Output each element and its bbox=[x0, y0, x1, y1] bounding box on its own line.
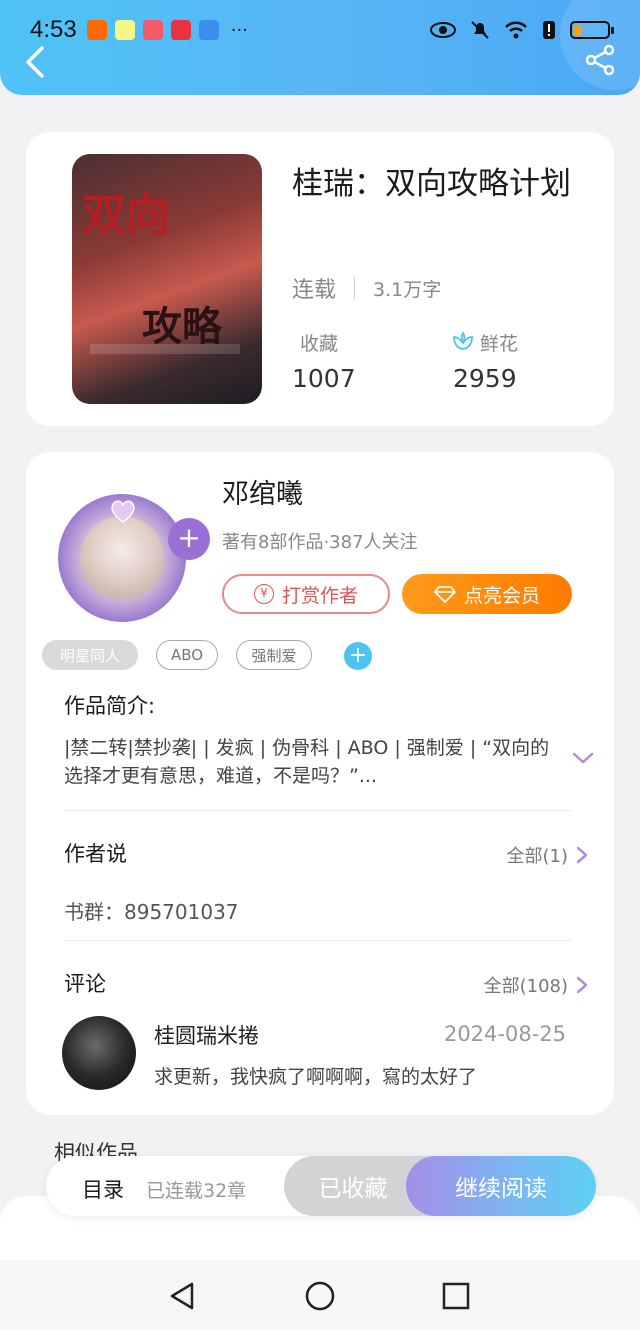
vip-member-label: 点亮会员 bbox=[463, 584, 540, 607]
word-count: 3.1万字 bbox=[373, 278, 442, 301]
yen-icon: ¥ bbox=[253, 584, 274, 604]
author-says-title: 作者说 bbox=[64, 842, 127, 866]
tip-author-button[interactable]: ¥ 打赏作者 bbox=[222, 574, 390, 614]
status-bar: 4:53 ··· bbox=[30, 12, 614, 48]
more-notifications-icon: ··· bbox=[230, 19, 248, 41]
nav-recents-icon[interactable] bbox=[440, 1280, 472, 1312]
continue-reading-button[interactable]: 继续阅读 bbox=[406, 1156, 596, 1216]
book-cover-image[interactable]: 双向 攻略 bbox=[72, 154, 262, 404]
cover-title-text-1: 双向 bbox=[82, 190, 170, 241]
flower-count: 2959 bbox=[453, 364, 517, 393]
flower-icon bbox=[453, 331, 473, 350]
cover-decoration bbox=[90, 344, 240, 354]
toc-status[interactable]: 已连载32章 bbox=[146, 1176, 246, 1203]
chat-app-icon bbox=[114, 20, 135, 40]
heart-icon bbox=[111, 500, 135, 523]
share-icon[interactable] bbox=[584, 44, 616, 76]
toc-button[interactable]: 目录 bbox=[82, 1174, 124, 1204]
collect-count: 1007 bbox=[292, 364, 356, 393]
bottom-action-bar: 目录 已连载32章 已收藏 继续阅读 bbox=[46, 1156, 596, 1216]
comments-see-all[interactable]: 全部(108) bbox=[484, 972, 588, 998]
author-stats: 著有8部作品·387人关注 bbox=[222, 532, 418, 553]
plus-app-icon bbox=[142, 20, 163, 40]
comment-date: 2024-08-25 bbox=[443, 1022, 566, 1046]
comment-text[interactable]: 求更新，我快疯了啊啊啊，寫的太好了 bbox=[154, 1062, 477, 1089]
section-divider bbox=[64, 940, 572, 941]
tip-author-label: 打赏作者 bbox=[281, 584, 358, 607]
nav-back-icon[interactable] bbox=[166, 1280, 198, 1312]
intro-text[interactable]: |禁二转|禁抄袭| | 发疯 | 伪骨科 | ABO | 强制爱 | “双向的选… bbox=[64, 734, 554, 790]
author-says-text: 书群：895701037 bbox=[64, 900, 239, 924]
vip-member-button[interactable]: 点亮会员 bbox=[402, 574, 572, 614]
add-tag-button[interactable]: + bbox=[344, 642, 372, 670]
intro-title: 作品简介: bbox=[64, 694, 156, 718]
section-divider bbox=[64, 810, 572, 811]
comments-see-all-label: 全部(108) bbox=[483, 976, 568, 997]
tag-item[interactable]: 明星同人 bbox=[42, 640, 138, 670]
author-says-see-all-label: 全部(1) bbox=[506, 846, 569, 867]
meta-divider bbox=[354, 277, 356, 299]
alert-icon bbox=[543, 21, 555, 39]
author-says-see-all[interactable]: 全部(1) bbox=[507, 842, 589, 868]
eye-icon bbox=[430, 22, 456, 38]
chevron-right-icon bbox=[576, 976, 588, 994]
system-nav-bar bbox=[0, 1260, 640, 1330]
collect-label: 收藏 bbox=[300, 333, 339, 355]
mute-bell-icon bbox=[471, 21, 489, 39]
battery-icon bbox=[570, 21, 614, 39]
avatar-photo bbox=[80, 516, 164, 600]
back-button[interactable] bbox=[22, 44, 52, 80]
author-details-card: + 邓绾曦 著有8部作品·387人关注 ¥ 打赏作者 点亮会员 明星同人 ABO… bbox=[26, 452, 614, 1115]
comments-title: 评论 bbox=[64, 972, 106, 996]
chevron-right-icon bbox=[576, 846, 588, 864]
book-meta: 连载 3.1万字 bbox=[292, 272, 441, 304]
wifi-icon bbox=[505, 21, 527, 39]
bank-app-icon bbox=[198, 20, 219, 40]
follow-author-button[interactable]: + bbox=[168, 518, 210, 560]
diamond-icon bbox=[434, 586, 456, 603]
header-bar: 4:53 ··· bbox=[0, 0, 640, 95]
author-avatar[interactable]: + bbox=[54, 474, 210, 622]
book-title: 桂瑞：双向攻略计划 bbox=[292, 166, 571, 202]
flower-label: 鲜花 bbox=[480, 333, 519, 355]
author-name[interactable]: 邓绾曦 bbox=[222, 472, 303, 511]
tag-item[interactable]: ABO bbox=[156, 640, 218, 670]
expand-chevron-icon[interactable] bbox=[572, 750, 594, 766]
huawei-app-icon bbox=[170, 20, 191, 40]
commenter-avatar[interactable] bbox=[62, 1016, 136, 1090]
status-time: 4:53 bbox=[30, 16, 77, 43]
commenter-name[interactable]: 桂圆瑞米捲 bbox=[154, 1020, 259, 1050]
tag-item[interactable]: 强制爱 bbox=[236, 640, 312, 670]
nav-home-icon[interactable] bbox=[304, 1280, 336, 1312]
book-info-card: 双向 攻略 桂瑞：双向攻略计划 连载 3.1万字 收藏 1007 鲜花 2959 bbox=[26, 132, 614, 426]
serial-status: 连载 bbox=[292, 278, 337, 303]
taobao-app-icon bbox=[86, 20, 107, 40]
